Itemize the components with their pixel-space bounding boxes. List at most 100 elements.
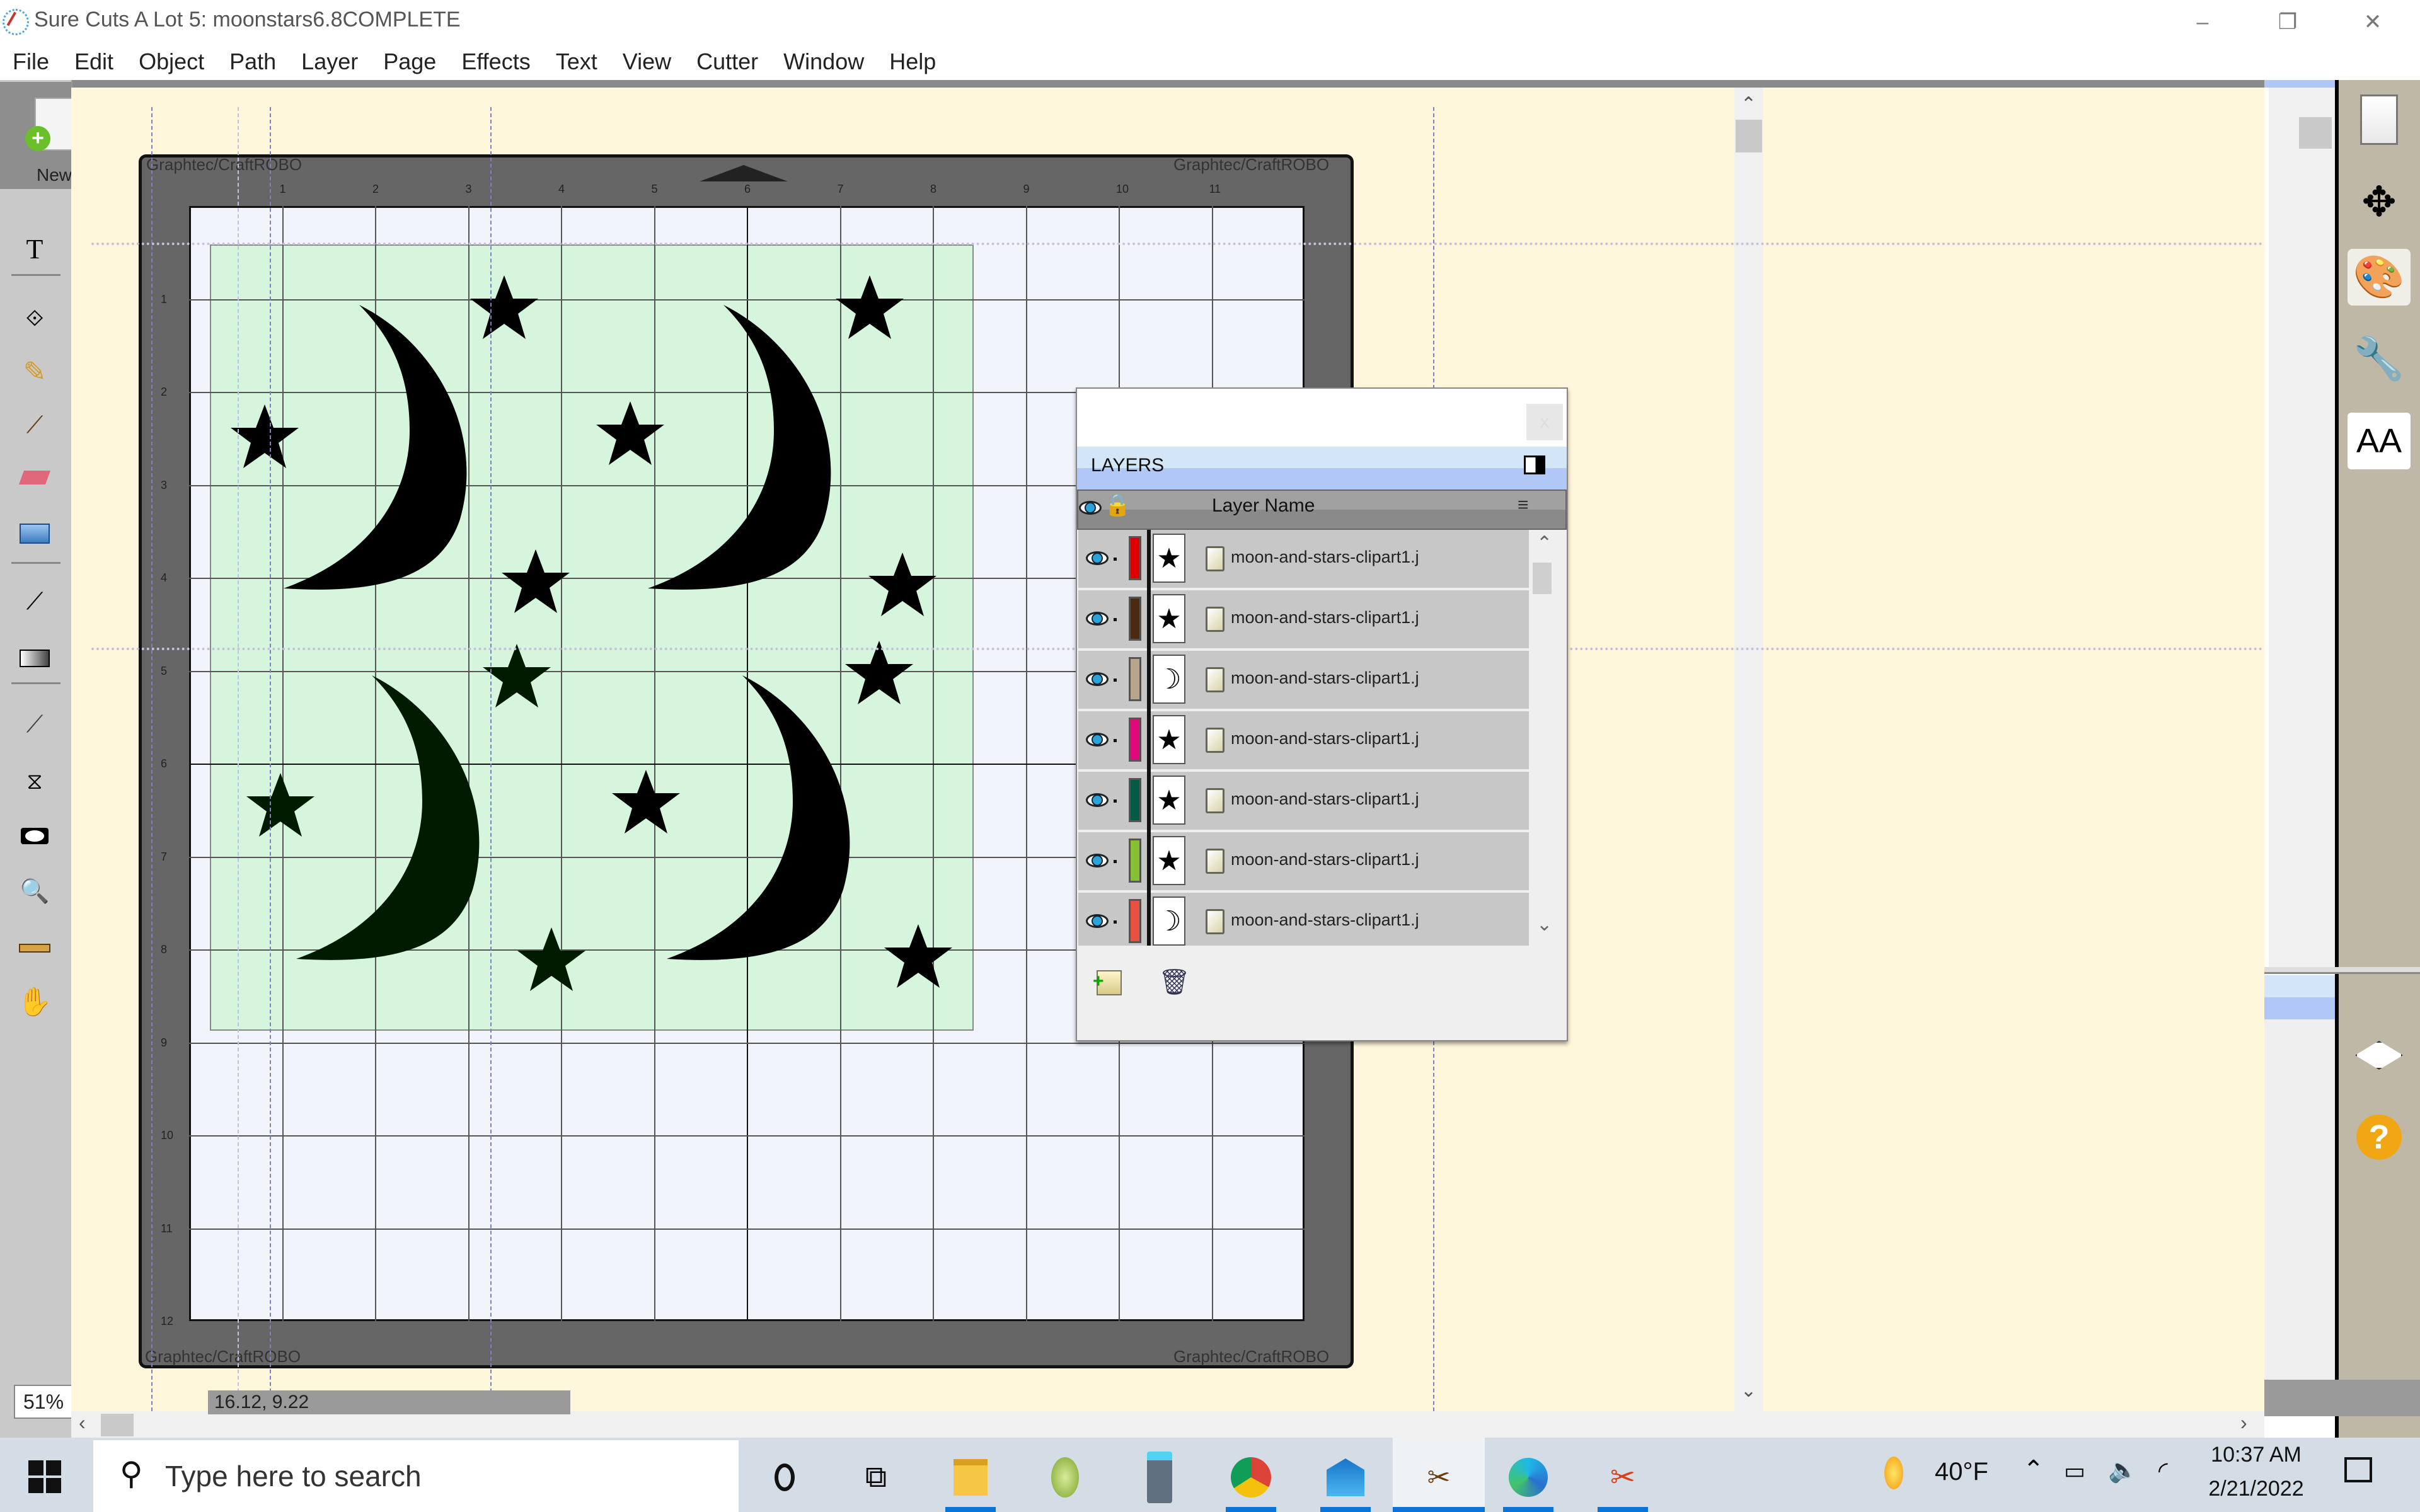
layer-row[interactable]: ☽ moon-and-stars-clipart1.j <box>1078 651 1529 709</box>
menu-layer[interactable]: Layer <box>289 49 371 75</box>
battery-icon[interactable]: ▭ <box>2064 1458 2085 1484</box>
minimize-button[interactable]: – <box>2174 6 2231 38</box>
layer-row[interactable]: ★ moon-and-stars-clipart1.j <box>1078 530 1529 588</box>
knife-tool-icon[interactable]: ⟋ <box>13 706 57 743</box>
node-edit-tool-icon[interactable]: ⟐ <box>13 299 57 337</box>
layers-scroll-thumb[interactable] <box>1533 563 1552 594</box>
star-shape[interactable] <box>231 404 299 468</box>
visibility-toggle-icon[interactable] <box>1086 551 1109 565</box>
panel-vertical-scrollbar[interactable] <box>2269 88 2335 970</box>
layer-color-swatch[interactable] <box>1129 536 1141 580</box>
clock-date[interactable]: 2/21/2022 <box>2199 1477 2313 1501</box>
layer-name[interactable]: moon-and-stars-clipart1.j <box>1231 547 1451 567</box>
plus-icon[interactable]: + <box>25 126 50 151</box>
lock-toggle[interactable] <box>1114 558 1117 561</box>
app-green-icon[interactable] <box>1040 1452 1090 1503</box>
layer-name[interactable]: moon-and-stars-clipart1.j <box>1231 850 1451 869</box>
rectangle-tool-icon[interactable] <box>13 515 57 553</box>
calculator-icon[interactable] <box>1134 1452 1185 1503</box>
layer-color-swatch[interactable] <box>1129 718 1141 762</box>
visibility-toggle-icon[interactable] <box>1086 793 1109 807</box>
dock-panel-icon[interactable] <box>1524 455 1545 474</box>
moon-shape[interactable] <box>667 675 850 960</box>
move-icon[interactable]: ✥ <box>2348 173 2411 230</box>
star-shape[interactable] <box>884 924 952 988</box>
canvas-horizontal-scrollbar[interactable] <box>71 1411 2264 1438</box>
zoom-level-field[interactable]: 51% <box>14 1385 73 1419</box>
layers-close-button[interactable]: x <box>1526 404 1563 440</box>
menu-file[interactable]: File <box>0 49 62 75</box>
star-shape[interactable] <box>483 644 551 707</box>
eye-view-tool-icon[interactable] <box>13 817 57 855</box>
layer-row[interactable]: ★ moon-and-stars-clipart1.j <box>1078 711 1529 769</box>
layer-name[interactable]: moon-and-stars-clipart1.j <box>1231 789 1451 809</box>
menu-view[interactable]: View <box>610 49 684 75</box>
guide-line[interactable] <box>91 243 2264 245</box>
visibility-toggle-icon[interactable] <box>1086 672 1109 686</box>
vertical-scroll-thumb[interactable] <box>1736 120 1762 152</box>
layer-color-swatch[interactable] <box>1129 899 1141 943</box>
zoom-tool-icon[interactable]: 🔍 <box>13 873 57 910</box>
lock-toggle[interactable] <box>1114 799 1117 803</box>
layer-row[interactable]: ☽ moon-and-stars-clipart1.j <box>1078 893 1529 946</box>
ruler-tool-icon[interactable] <box>13 929 57 967</box>
hand-tool-icon[interactable]: ✋ <box>13 983 57 1021</box>
eyedropper-tool-icon[interactable]: ⟋ <box>13 583 57 621</box>
lock-toggle[interactable] <box>1114 920 1117 924</box>
star-shape[interactable] <box>845 641 913 704</box>
scroll-left-icon[interactable]: ‹ <box>79 1411 86 1435</box>
eraser-tool-icon[interactable] <box>13 459 57 496</box>
cortana-icon[interactable] <box>759 1452 810 1503</box>
star-shape[interactable] <box>836 275 904 339</box>
pencil-tool-icon[interactable]: ✎ <box>13 353 57 391</box>
menu-text[interactable]: Text <box>543 49 610 75</box>
visibility-toggle-icon[interactable] <box>1086 733 1109 747</box>
menu-edit[interactable]: Edit <box>62 49 126 75</box>
help-icon[interactable]: ? <box>2348 1109 2411 1166</box>
layer-name[interactable]: moon-and-stars-clipart1.j <box>1231 608 1451 627</box>
palette-icon[interactable]: 🎨 <box>2348 249 2411 306</box>
canvas-vertical-scrollbar[interactable] <box>1734 88 1763 1411</box>
scroll-down-icon[interactable]: ⌄ <box>1741 1380 1756 1402</box>
layer-row[interactable]: ★ moon-and-stars-clipart1.j <box>1078 832 1529 890</box>
lock-toggle[interactable] <box>1114 679 1117 682</box>
layers-icon[interactable] <box>2348 1027 2411 1084</box>
notifications-icon[interactable] <box>2344 1457 2372 1482</box>
transform-tool-icon[interactable]: ⧖ <box>13 762 57 800</box>
menu-object[interactable]: Object <box>126 49 217 75</box>
restore-button[interactable]: ❐ <box>2259 6 2316 38</box>
lock-toggle[interactable] <box>1114 860 1117 863</box>
layer-color-swatch[interactable] <box>1129 597 1141 641</box>
guide-line[interactable] <box>238 107 239 1411</box>
layer-options-menu-icon[interactable]: ≡ <box>1518 495 1529 516</box>
gradient-tool-icon[interactable] <box>13 639 57 677</box>
text-size-icon[interactable]: AA <box>2348 413 2411 469</box>
panel-scroll-thumb[interactable] <box>2299 117 2332 149</box>
visibility-toggle-icon[interactable] <box>1086 854 1109 868</box>
weather-icon[interactable] <box>1884 1457 1903 1489</box>
brush-tool-icon[interactable]: ⟋ <box>13 406 57 444</box>
star-shape[interactable] <box>612 770 680 833</box>
menu-window[interactable]: Window <box>771 49 877 75</box>
task-view-icon[interactable]: ⧉ <box>851 1452 901 1503</box>
star-shape[interactable] <box>246 773 314 837</box>
layers-scroll-down-icon[interactable]: ⌄ <box>1536 914 1552 936</box>
layer-name[interactable]: moon-and-stars-clipart1.j <box>1231 729 1451 748</box>
star-shape[interactable] <box>868 553 936 616</box>
lock-header-icon[interactable]: 🔒 <box>1104 493 1131 518</box>
delete-layer-button[interactable]: 🗑 <box>1158 967 1190 997</box>
visibility-header-icon[interactable] <box>1079 501 1102 515</box>
guide-line[interactable] <box>270 107 271 1411</box>
edge-icon[interactable] <box>1503 1452 1553 1503</box>
wifi-icon[interactable]: ◜ <box>2158 1457 2168 1485</box>
file-explorer-icon[interactable] <box>945 1452 996 1503</box>
horizontal-scroll-thumb[interactable] <box>101 1414 134 1436</box>
menu-effects[interactable]: Effects <box>449 49 543 75</box>
moon-shape[interactable] <box>648 305 831 590</box>
scroll-up-icon[interactable]: ⌃ <box>1741 93 1756 115</box>
menu-help[interactable]: Help <box>877 49 948 75</box>
lock-toggle[interactable] <box>1114 739 1117 742</box>
show-hidden-icons-icon[interactable]: ⌃ <box>2023 1455 2044 1484</box>
mail-icon[interactable] <box>1320 1452 1371 1503</box>
layer-name[interactable]: moon-and-stars-clipart1.j <box>1231 910 1451 930</box>
